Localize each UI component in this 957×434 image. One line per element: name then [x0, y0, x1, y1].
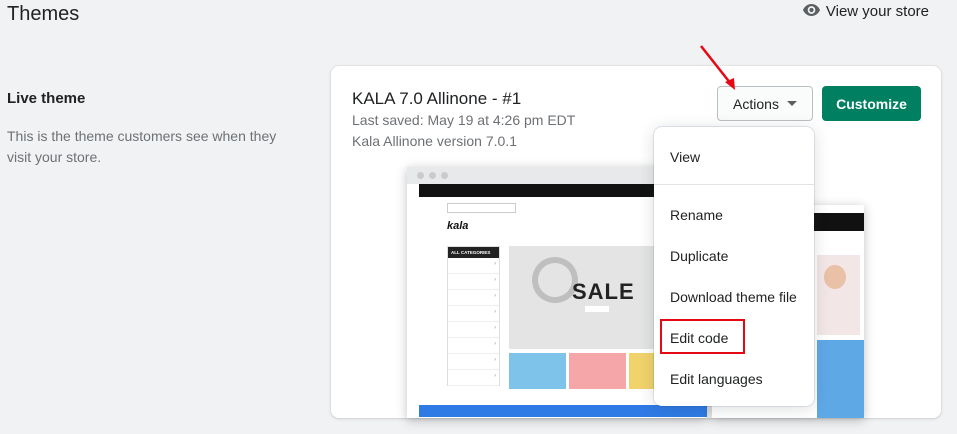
- browser-dot: [441, 172, 448, 179]
- preview-category: [448, 290, 499, 306]
- view-store-label: View your store: [825, 3, 929, 20]
- menu-divider: [654, 184, 814, 185]
- preview-cookie-bar: [419, 405, 707, 417]
- view-store-link[interactable]: View your store: [802, 3, 929, 20]
- menu-item-download-theme-file[interactable]: Download theme file: [670, 289, 797, 305]
- theme-last-saved: Last saved: May 19 at 4:26 pm EDT: [352, 112, 576, 128]
- menu-item-view[interactable]: View: [670, 149, 700, 165]
- preview-categories-header: ALL CATEGORIES: [448, 247, 499, 258]
- menu-item-duplicate[interactable]: Duplicate: [670, 248, 728, 264]
- preview-category: [448, 338, 499, 354]
- eye-icon: [802, 3, 820, 20]
- menu-item-edit-languages[interactable]: Edit languages: [670, 371, 763, 387]
- actions-menu: View Rename Duplicate Download theme fil…: [654, 127, 814, 406]
- actions-label: Actions: [733, 95, 779, 112]
- section-description: This is the theme customers see when the…: [7, 128, 277, 165]
- preview-tile: [509, 353, 566, 389]
- preview-shop-button: [585, 306, 609, 312]
- browser-dot: [417, 172, 424, 179]
- preview-category: [448, 322, 499, 338]
- preview-tile: [569, 353, 626, 389]
- page-title: Themes: [7, 3, 80, 25]
- theme-name: KALA 7.0 Allinone - #1: [352, 89, 522, 108]
- preview-search-box: [447, 203, 516, 213]
- preview-category: [448, 258, 499, 274]
- preview-category: [448, 370, 499, 386]
- preview-hero-text: SALE: [572, 279, 635, 304]
- caret-down-icon: [786, 101, 797, 106]
- preview-category: [448, 354, 499, 370]
- theme-version: Kala Allinone version 7.0.1: [352, 133, 517, 149]
- preview-categories: ALL CATEGORIES: [447, 246, 500, 386]
- edit-code-highlight-box: [660, 319, 745, 354]
- section-title: Live theme: [7, 90, 86, 107]
- customize-button[interactable]: Customize: [822, 86, 921, 121]
- preview-logo: kala: [447, 220, 469, 232]
- preview-category: [448, 306, 499, 322]
- preview-category: [448, 274, 499, 290]
- mobile-photo-face: [824, 265, 846, 289]
- annotation-arrow-icon: [700, 45, 735, 90]
- mobile-blue-banner: [817, 340, 864, 418]
- browser-dot: [429, 172, 436, 179]
- menu-item-rename[interactable]: Rename: [670, 207, 723, 223]
